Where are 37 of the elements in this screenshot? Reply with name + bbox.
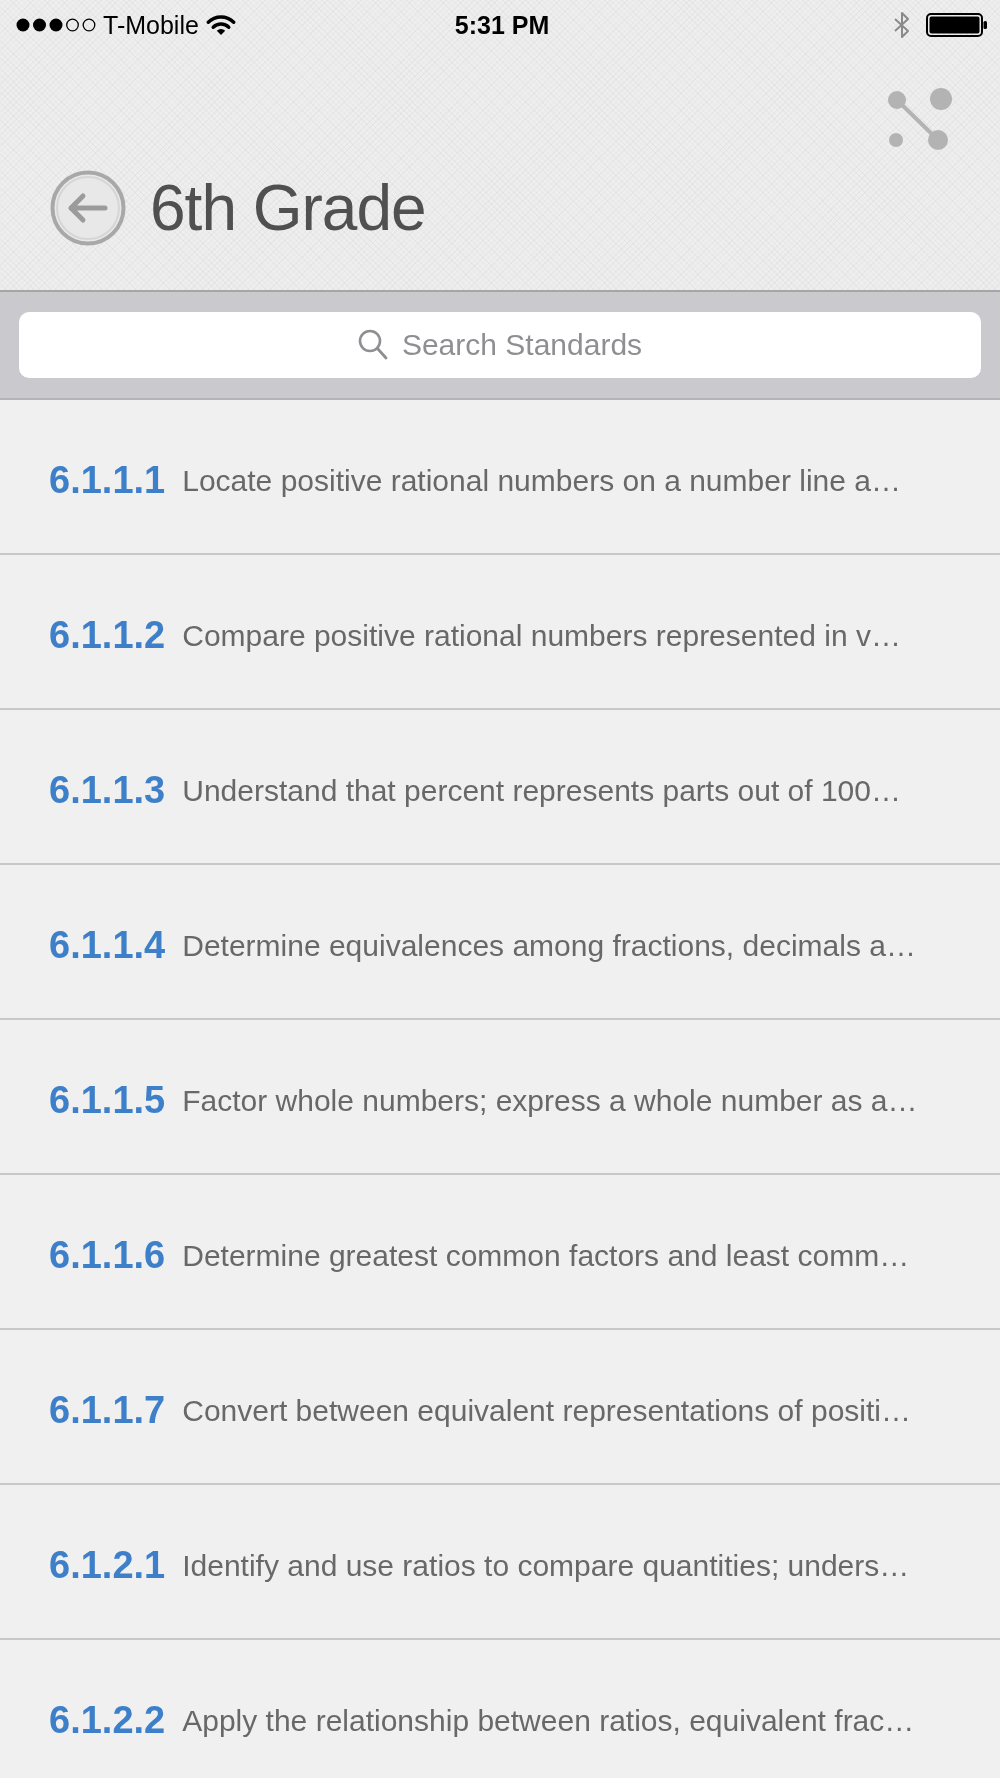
standard-code: 6.1.2.2 xyxy=(49,1699,166,1742)
standard-description: Compare positive rational numbers represented in v… xyxy=(182,617,901,654)
battery-icon xyxy=(926,13,988,37)
standard-code: 6.1.1.3 xyxy=(49,769,166,812)
standard-row[interactable]: 6.1.1.3 Understand that percent represents parts out of 100… xyxy=(0,710,1000,865)
standard-code: 6.1.1.2 xyxy=(49,614,166,657)
standard-row[interactable]: 6.1.1.1 Locate positive rational numbers on a number line a… xyxy=(0,400,1000,555)
carrier-name: T-Mobile xyxy=(103,12,199,38)
standard-code: 6.1.1.5 xyxy=(49,1079,166,1122)
standard-description: Understand that percent represents parts out of 100… xyxy=(182,772,901,809)
standard-code: 6.1.1.1 xyxy=(49,459,166,502)
share-icon[interactable] xyxy=(887,88,953,152)
standard-description: Determine equivalences among fractions, decimals a… xyxy=(182,927,916,964)
standard-description: Apply the relationship between ratios, equivalent frac… xyxy=(182,1702,915,1739)
standard-row[interactable]: 6.1.2.2 Apply the relationship between ratios, equivalent frac… xyxy=(0,1640,1000,1778)
standard-code: 6.1.1.4 xyxy=(49,924,166,967)
wifi-icon xyxy=(205,14,236,36)
search-icon xyxy=(358,329,388,361)
bluetooth-icon xyxy=(892,11,912,39)
page-title: 6th Grade xyxy=(150,176,426,240)
status-time: 5:31 PM xyxy=(454,12,550,38)
standard-code: 6.1.2.1 xyxy=(49,1544,166,1587)
search-field[interactable]: Search Standards xyxy=(19,312,981,378)
standard-row[interactable]: 6.1.2.1 Identify and use ratios to compare quantities; unders… xyxy=(0,1485,1000,1640)
standard-description: Locate positive rational numbers on a number line a… xyxy=(182,462,901,499)
standard-row[interactable]: 6.1.1.5 Factor whole numbers; express a whole number as a… xyxy=(0,1020,1000,1175)
standard-description: Convert between equivalent representations of positi… xyxy=(182,1392,911,1429)
standard-row[interactable]: 6.1.1.6 Determine greatest common factors and least comm… xyxy=(0,1175,1000,1330)
standard-description: Factor whole numbers; express a whole number as a… xyxy=(182,1082,918,1119)
standard-code: 6.1.1.7 xyxy=(49,1389,166,1432)
standard-row[interactable]: 6.1.1.7 Convert between equivalent representations of positi… xyxy=(0,1330,1000,1485)
standard-code: 6.1.1.6 xyxy=(49,1234,166,1277)
standard-description: Determine greatest common factors and least comm… xyxy=(182,1237,910,1274)
standard-description: Identify and use ratios to compare quantities; unders… xyxy=(182,1547,910,1584)
standard-row[interactable]: 6.1.1.2 Compare positive rational numbers represented in v… xyxy=(0,555,1000,710)
signal-strength-icon xyxy=(16,17,96,33)
standard-row[interactable]: 6.1.1.4 Determine equivalences among fractions, decimals a… xyxy=(0,865,1000,1020)
